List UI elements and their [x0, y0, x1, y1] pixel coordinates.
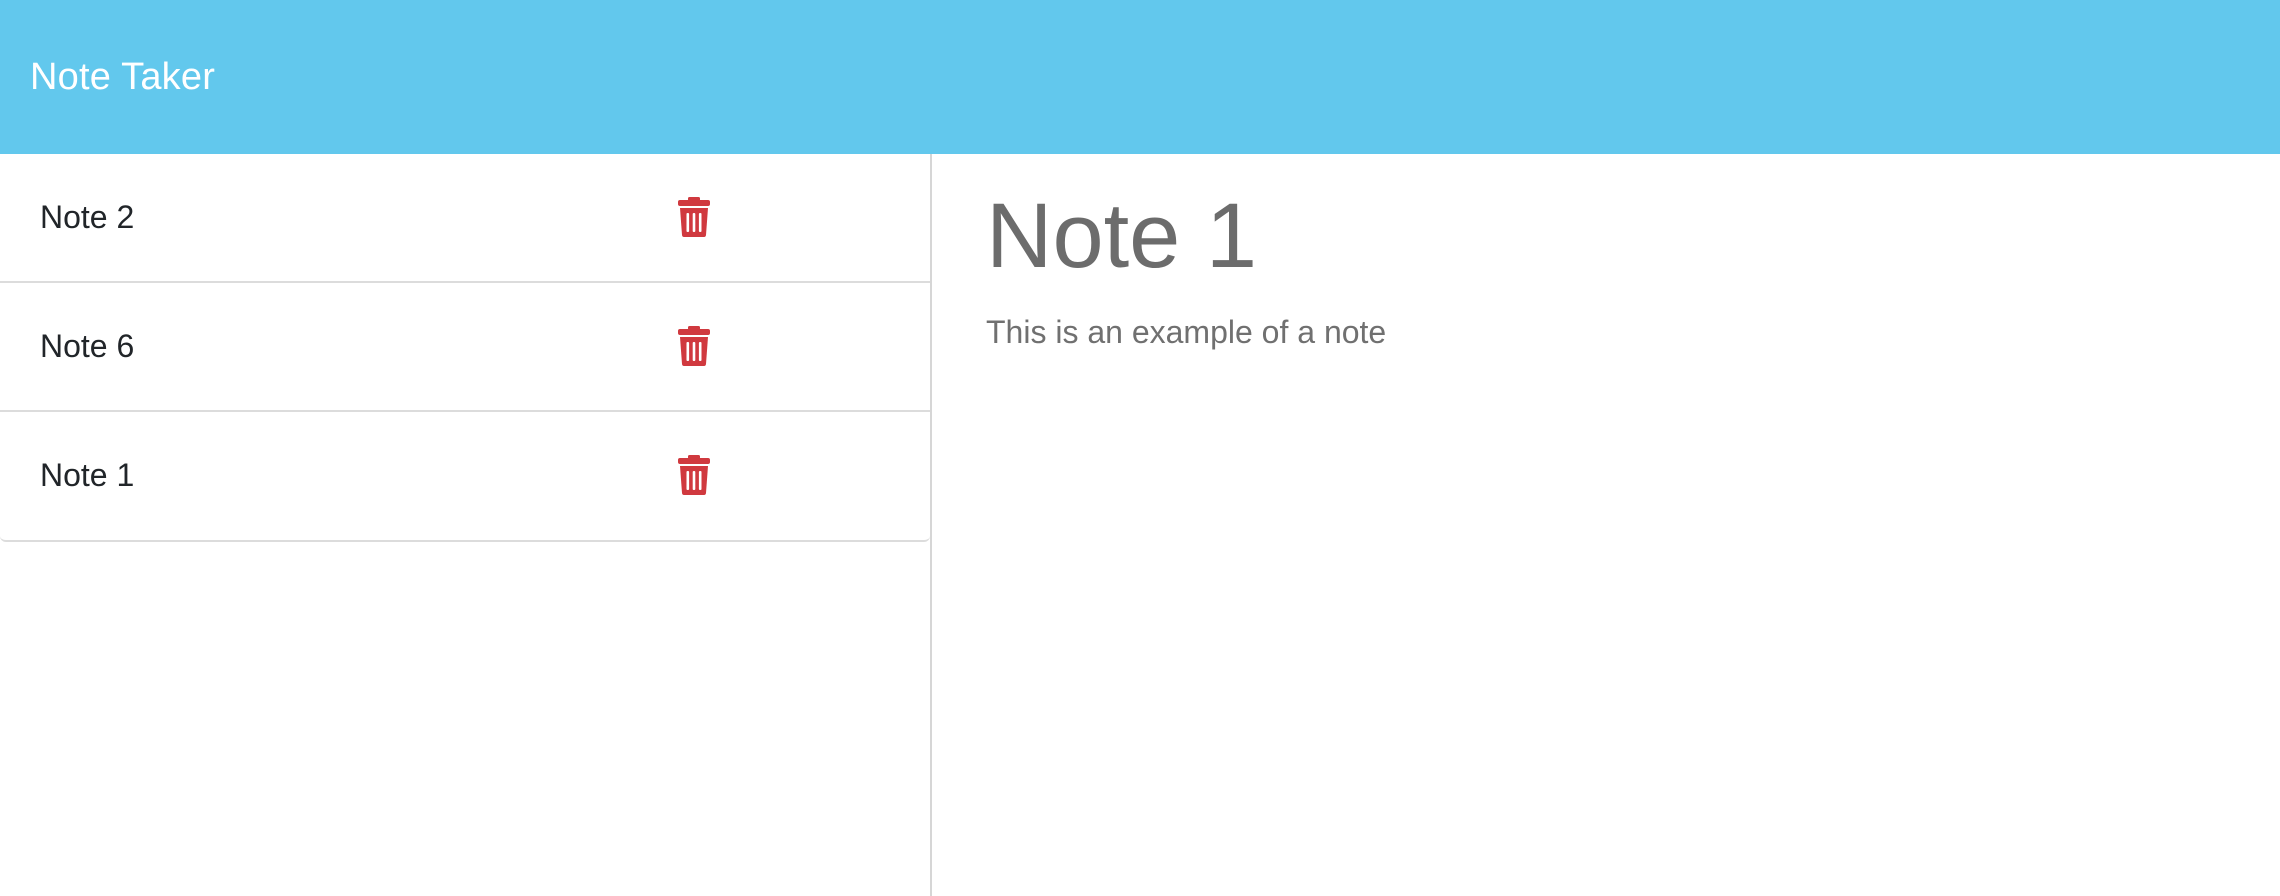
- list-item[interactable]: Note 2: [0, 154, 930, 283]
- list-item[interactable]: Note 6: [0, 283, 930, 412]
- trash-icon[interactable]: [676, 196, 712, 238]
- app-title[interactable]: Note Taker: [30, 50, 215, 104]
- trash-icon[interactable]: [676, 454, 712, 496]
- note-editor: Note 1 This is an example of a note: [934, 154, 2280, 896]
- note-title[interactable]: Note 1: [986, 176, 1257, 296]
- trash-icon[interactable]: [676, 325, 712, 367]
- note-list: Note 2 Note 6 Note 1: [0, 154, 930, 542]
- list-item[interactable]: Note 1: [0, 412, 930, 542]
- note-list-panel: Note 2 Note 6 Note 1: [0, 154, 932, 896]
- note-textarea[interactable]: This is an example of a note: [986, 310, 1386, 354]
- note-item-title[interactable]: Note 2: [40, 192, 134, 242]
- note-item-title[interactable]: Note 1: [40, 450, 134, 500]
- note-item-title[interactable]: Note 6: [40, 321, 134, 371]
- navbar: Note Taker: [0, 0, 2280, 154]
